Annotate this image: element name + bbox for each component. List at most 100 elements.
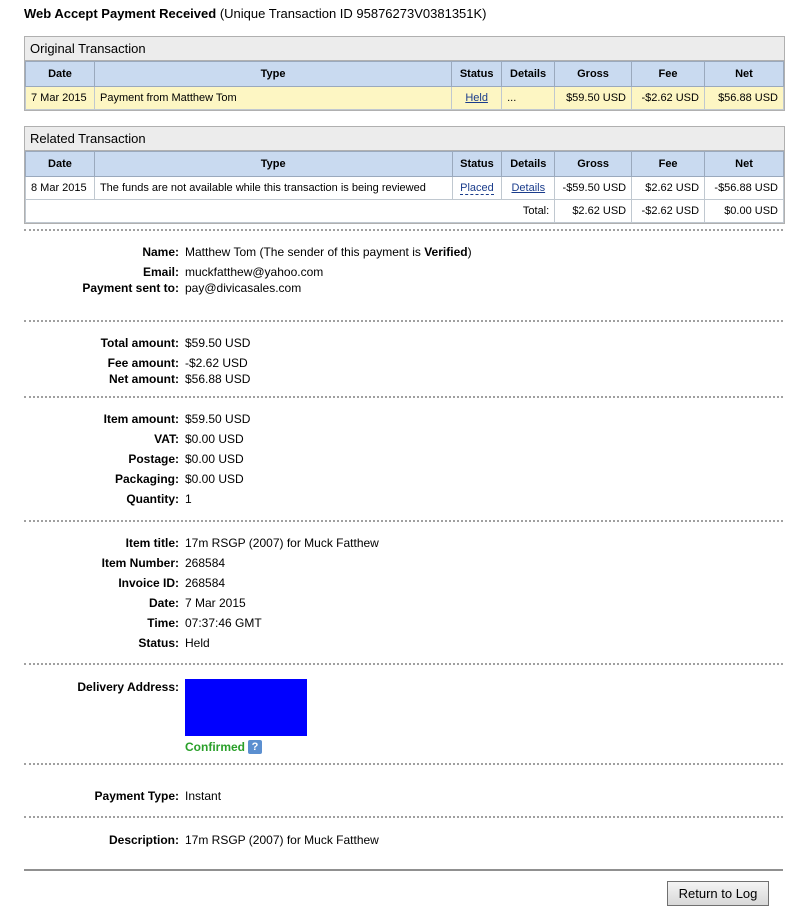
table-row: 8 Mar 2015 The funds are not available w…	[25, 176, 784, 200]
cell-date: 7 Mar 2015	[25, 86, 95, 110]
divider	[24, 229, 783, 231]
email-value: muckfatthew@yahoo.com	[185, 265, 324, 279]
column-header-gross: Gross	[554, 151, 633, 177]
cell-status: Placed	[451, 176, 503, 200]
column-header-fee: Fee	[631, 61, 705, 87]
date-row: Date: 7 Mar 2015	[24, 596, 783, 614]
status-placed-link[interactable]: Placed	[460, 182, 494, 195]
name-row: Name: Matthew Tom (The sender of this pa…	[24, 245, 783, 263]
column-header-fee: Fee	[631, 151, 706, 177]
column-header-type: Type	[93, 151, 453, 177]
delivery-address-row: Delivery Address:	[24, 680, 783, 698]
item-number-value: 268584	[185, 556, 226, 570]
table-header-row: Date Type Status Details Gross Fee Net	[25, 61, 785, 87]
table-header-row: Date Type Status Details Gross Fee Net	[25, 151, 784, 177]
quantity-row: Quantity: 1	[24, 492, 783, 510]
total-gross: $2.62 USD	[554, 199, 633, 223]
help-icon[interactable]: ?	[248, 740, 262, 754]
cell-net: $56.88 USD	[703, 86, 785, 110]
column-header-gross: Gross	[554, 61, 632, 87]
fee-amount-label: Fee amount:	[107, 356, 179, 370]
item-number-row: Item Number: 268584	[24, 556, 783, 574]
total-label: Total:	[24, 199, 556, 223]
net-amount-row: Net amount: $56.88 USD	[24, 372, 783, 390]
status-value: Held	[185, 636, 210, 650]
postage-value: $0.00 USD	[185, 452, 244, 466]
payment-type-value: Instant	[185, 789, 222, 803]
status-row: Status: Held	[24, 636, 783, 654]
status-label: Status:	[138, 636, 179, 650]
divider	[24, 763, 783, 765]
item-title-label: Item title:	[125, 536, 179, 550]
related-transaction-panel: Related Transaction Date Type Status Det…	[24, 126, 785, 224]
date-value: 7 Mar 2015	[185, 596, 246, 610]
cell-details: Details	[501, 176, 556, 200]
item-title-value: 17m RSGP (2007) for Muck Fatthew	[185, 536, 379, 550]
divider	[24, 320, 783, 322]
name-close: )	[467, 245, 472, 259]
packaging-value: $0.00 USD	[185, 472, 244, 486]
details-link[interactable]: Details	[511, 182, 545, 194]
total-fee: -$2.62 USD	[631, 199, 706, 223]
packaging-label: Packaging:	[114, 472, 179, 486]
column-header-date: Date	[25, 151, 95, 177]
name-text: Matthew Tom (The sender of this payment …	[185, 245, 425, 259]
column-header-net: Net	[703, 61, 785, 87]
column-header-details: Details	[501, 151, 556, 177]
column-header-date: Date	[25, 61, 95, 87]
return-to-log-button[interactable]: Return to Log	[667, 881, 769, 906]
name-label: Name:	[142, 245, 179, 259]
redacted-address-block	[185, 679, 307, 736]
payment-sent-to-label: Payment sent to:	[82, 281, 179, 295]
packaging-row: Packaging: $0.00 USD	[24, 472, 783, 490]
related-transaction-heading: Related Transaction	[25, 127, 784, 151]
cell-fee: $2.62 USD	[631, 176, 706, 200]
postage-row: Postage: $0.00 USD	[24, 452, 783, 470]
column-header-status: Status	[451, 61, 503, 87]
page-title: Web Accept Payment Received (Unique Tran…	[24, 6, 487, 21]
total-amount-label: Total amount:	[100, 336, 179, 350]
time-value: 07:37:46 GMT	[185, 616, 262, 630]
column-header-status: Status	[451, 151, 503, 177]
item-title-row: Item title: 17m RSGP (2007) for Muck Fat…	[24, 536, 783, 554]
delivery-address-label: Delivery Address:	[77, 680, 179, 694]
cell-status: Held	[451, 86, 503, 110]
transaction-id: (Unique Transaction ID 95876273V0381351K…	[219, 6, 487, 21]
cell-fee: -$2.62 USD	[631, 86, 705, 110]
divider	[24, 396, 783, 398]
date-label: Date:	[148, 596, 179, 610]
total-amount-row: Total amount: $59.50 USD	[24, 336, 783, 354]
time-label: Time:	[147, 616, 179, 630]
cell-gross: $59.50 USD	[554, 86, 632, 110]
payment-sent-to-row: Payment sent to: pay@divicasales.com	[24, 281, 783, 299]
cell-date: 8 Mar 2015	[25, 176, 95, 200]
address-confirmed-label: Confirmed	[185, 740, 245, 754]
net-amount-label: Net amount:	[109, 372, 179, 386]
description-label: Description:	[108, 833, 179, 847]
related-transaction-table: Date Type Status Details Gross Fee Net 8…	[24, 151, 784, 223]
original-transaction-table: Date Type Status Details Gross Fee Net 7…	[25, 61, 785, 110]
fee-amount-value: -$2.62 USD	[185, 356, 248, 370]
total-amount-value: $59.50 USD	[185, 336, 251, 350]
total-net: $0.00 USD	[704, 199, 784, 223]
description-value: 17m RSGP (2007) for Muck Fatthew	[185, 833, 379, 847]
item-amount-label: Item amount:	[103, 412, 179, 426]
postage-label: Postage:	[128, 452, 179, 466]
column-header-type: Type	[93, 61, 453, 87]
vat-row: VAT: $0.00 USD	[24, 432, 783, 450]
item-amount-row: Item amount: $59.50 USD	[24, 412, 783, 430]
item-number-label: Item Number:	[101, 556, 179, 570]
original-transaction-panel: Original Transaction Date Type Status De…	[24, 36, 785, 111]
payment-type-label: Payment Type:	[94, 789, 179, 803]
total-row: Total: $2.62 USD -$2.62 USD $0.00 USD	[24, 199, 784, 223]
footer-divider	[24, 869, 783, 871]
cell-type: The funds are not available while this t…	[93, 176, 453, 200]
column-header-net: Net	[704, 151, 784, 177]
cell-details: ...	[501, 86, 556, 110]
page-title-bold: Web Accept Payment Received	[24, 6, 217, 21]
cell-gross: -$59.50 USD	[554, 176, 633, 200]
email-label: Email:	[142, 265, 179, 279]
quantity-value: 1	[185, 492, 192, 506]
status-held-link[interactable]: Held	[465, 92, 488, 104]
verified-text: Verified	[424, 245, 468, 259]
